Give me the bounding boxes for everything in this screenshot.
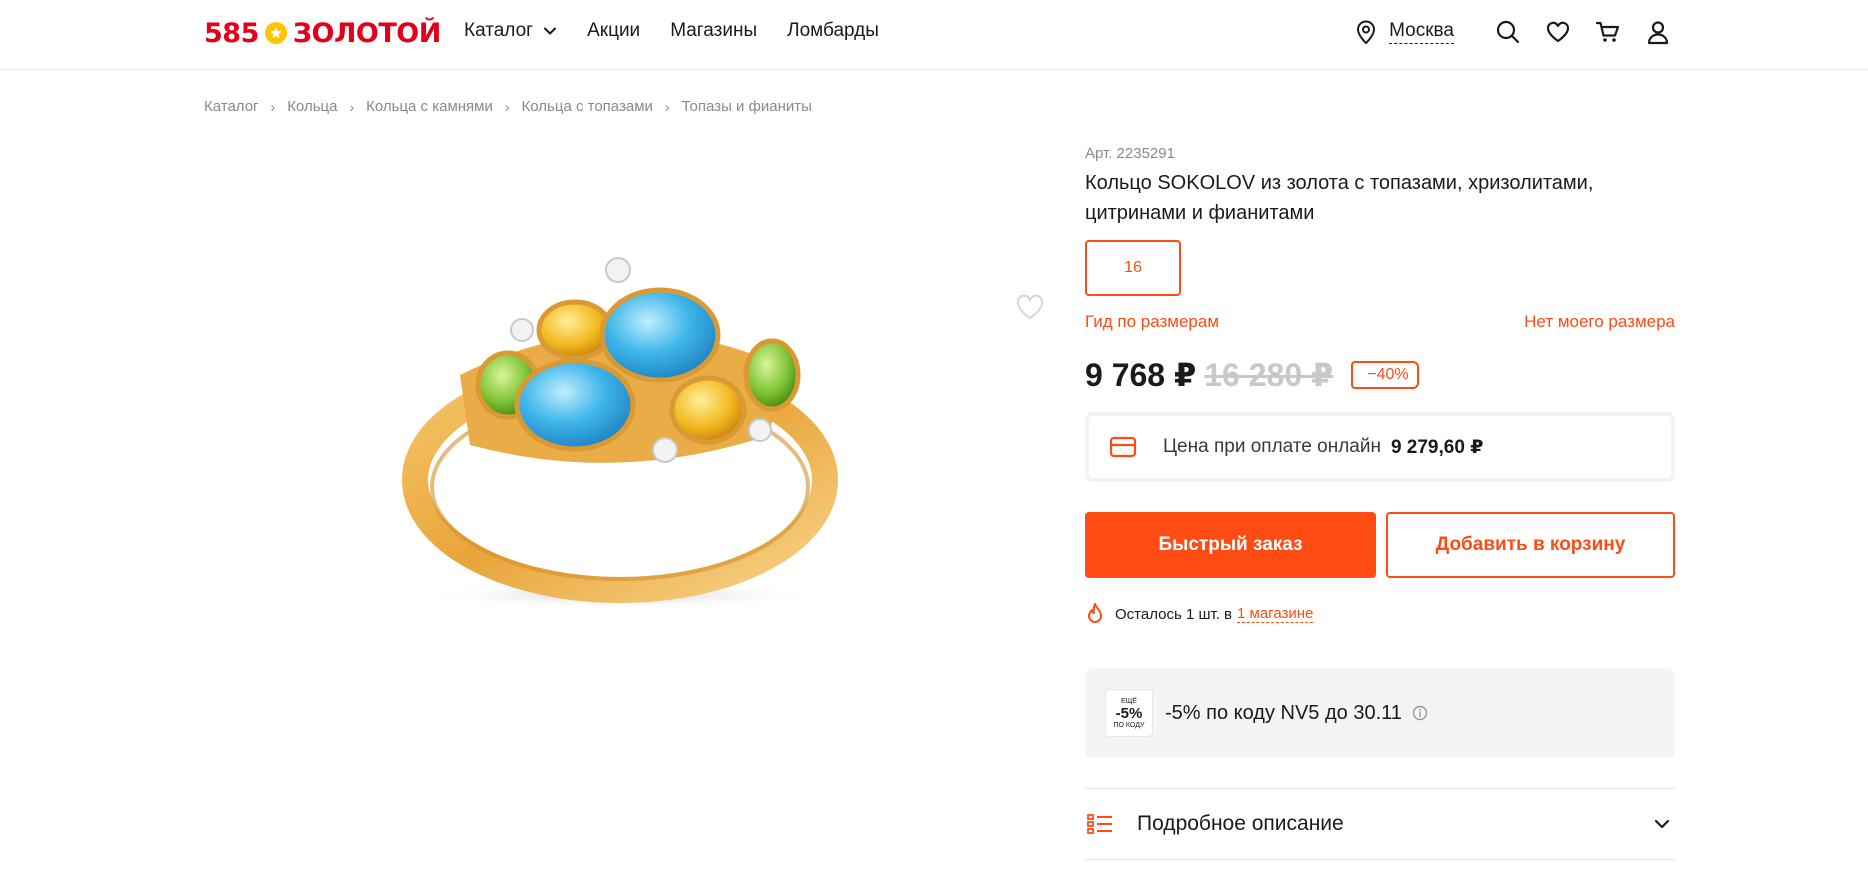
breadcrumb-rings-topaz[interactable]: Кольца с топазами: [522, 98, 653, 115]
breadcrumb: Каталог › Кольца › Кольца с камнями › Ко…: [204, 98, 812, 115]
old-price: 16 280 ₽: [1204, 357, 1334, 393]
logo-number: 585: [204, 17, 259, 49]
current-price: 9 768 ₽: [1085, 357, 1197, 393]
breadcrumb-topaz-cz[interactable]: Топазы и фианиты: [682, 98, 812, 115]
article-number: Арт. 2235291: [1085, 145, 1175, 162]
size-option-16[interactable]: 16: [1085, 240, 1181, 296]
location-pin-icon: [1357, 20, 1376, 45]
description-label: Подробное описание: [1137, 812, 1344, 835]
online-price-label: Цена при оплате онлайн: [1163, 436, 1381, 457]
promo-badge-percent: -5%: [1115, 704, 1143, 722]
search-icon[interactable]: [1494, 18, 1522, 46]
list-icon: [1087, 814, 1112, 834]
discount-badge: −40%: [1351, 361, 1419, 389]
breadcrumb-rings-stones[interactable]: Кольца с камнями: [366, 98, 493, 115]
promo-code-box: ЕЩЁ -5% ПО КОДУ -5% по коду NV5 до 30.11: [1085, 668, 1675, 758]
action-buttons: Быстрый заказ Добавить в корзину: [1085, 512, 1675, 578]
breadcrumb-rings[interactable]: Кольца: [287, 98, 337, 115]
nav-catalog[interactable]: Каталог: [464, 20, 557, 42]
size-guide-link[interactable]: Гид по размерам: [1085, 312, 1219, 332]
star-icon: [264, 22, 287, 44]
chevron-down-icon: [1654, 819, 1670, 829]
header-actions: Москва: [1355, 18, 1672, 46]
nav-catalog-label: Каталог: [464, 20, 534, 41]
stock-info: Осталось 1 шт. в 1 магазине: [1085, 602, 1675, 626]
chevron-right-icon: ›: [664, 98, 670, 115]
breadcrumb-catalog[interactable]: Каталог: [204, 98, 259, 115]
nav-pawnshops[interactable]: Ломбарды: [787, 20, 879, 42]
promo-text: -5% по коду NV5 до 30.11: [1165, 701, 1402, 724]
product-image: [402, 257, 838, 609]
favorite-heart-icon[interactable]: [1015, 293, 1045, 321]
info-icon[interactable]: [1412, 705, 1428, 721]
store-link[interactable]: 1 магазине: [1237, 605, 1314, 623]
promo-badge: ЕЩЁ -5% ПО КОДУ: [1105, 689, 1153, 737]
online-price-box: Цена при оплате онлайн 9 279,60 ₽: [1085, 412, 1675, 482]
site-header: 585 ЗОЛОТОЙ Каталог Акции Магазины Ломба…: [0, 0, 1868, 70]
size-links: Гид по размерам Нет моего размера: [1085, 312, 1675, 332]
logo[interactable]: 585 ЗОЛОТОЙ: [204, 16, 441, 50]
chevron-right-icon: ›: [349, 98, 355, 115]
logo-word: ЗОЛОТОЙ: [292, 17, 441, 49]
price-row: 9 768 ₽ 16 280 ₽ −40%: [1085, 356, 1675, 394]
product-title: Кольцо SOKOLOV из золота с топазами, хри…: [1085, 172, 1594, 224]
online-price-value: 9 279,60 ₽: [1390, 436, 1484, 458]
fire-icon: [1088, 603, 1102, 623]
nav-promotions[interactable]: Акции: [587, 20, 640, 42]
stock-text: Осталось 1 шт. в: [1115, 605, 1233, 623]
city-label: Москва: [1389, 20, 1454, 44]
city-selector[interactable]: Москва: [1355, 19, 1454, 45]
promo-badge-top: ЕЩЁ: [1121, 697, 1137, 705]
nav-stores[interactable]: Магазины: [670, 20, 757, 42]
main-nav: Каталог Акции Магазины Ломбарды: [464, 20, 909, 42]
chevron-right-icon: ›: [270, 98, 276, 115]
promo-badge-bottom: ПО КОДУ: [1113, 721, 1145, 729]
credit-card-icon: [1109, 436, 1137, 458]
add-to-cart-button[interactable]: Добавить в корзину: [1386, 512, 1675, 578]
description-accordion[interactable]: Подробное описание: [1085, 788, 1675, 860]
no-size-link[interactable]: Нет моего размера: [1524, 312, 1675, 332]
heart-icon[interactable]: [1544, 18, 1572, 46]
chevron-right-icon: ›: [504, 98, 510, 115]
chevron-down-icon: [544, 27, 557, 35]
product-panel: Арт. 2235291 Кольцо SOKOLOV из золота с …: [1085, 145, 1675, 860]
cart-icon[interactable]: [1594, 18, 1622, 46]
user-icon[interactable]: [1644, 18, 1672, 46]
quick-order-button[interactable]: Быстрый заказ: [1085, 512, 1376, 578]
